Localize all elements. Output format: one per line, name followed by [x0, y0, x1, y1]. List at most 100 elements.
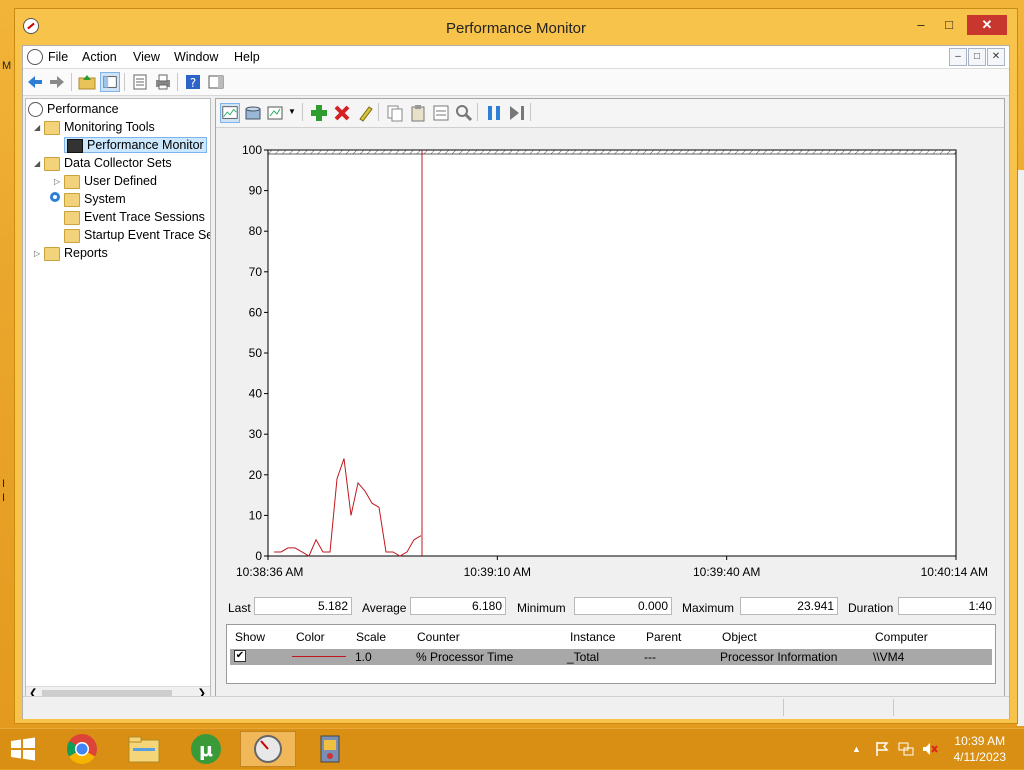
- window-title: Performance Monitor: [445, 20, 587, 37]
- forward-arrow-icon[interactable]: [47, 72, 67, 92]
- tree-item-event-trace-sessions[interactable]: Event Trace Sessions: [64, 209, 205, 226]
- collapse-arrow-icon[interactable]: ◢: [34, 119, 44, 136]
- paste-counter-list-icon[interactable]: [408, 103, 428, 123]
- y-tick-label: 60: [249, 305, 263, 319]
- tree-item-performance[interactable]: Performance: [28, 101, 119, 118]
- show-hide-action-pane-icon[interactable]: [206, 72, 226, 92]
- reports-folder-icon: [44, 246, 60, 261]
- view-current-activity-icon[interactable]: [220, 103, 240, 123]
- object-cell: Processor Information: [720, 650, 838, 664]
- column-header-instance[interactable]: Instance: [570, 630, 615, 644]
- tree-label: Monitoring Tools: [64, 120, 155, 134]
- counter-row[interactable]: ✔ 1.0 % Processor Time _Total --- Proces…: [230, 649, 992, 665]
- menu-view[interactable]: View: [133, 50, 160, 64]
- performance-monitor-taskbar-button[interactable]: [240, 731, 296, 767]
- file-explorer-icon: [128, 736, 160, 763]
- expand-arrow-icon[interactable]: ▷: [34, 245, 44, 262]
- dropdown-arrow-icon[interactable]: ▼: [288, 107, 296, 116]
- chrome-taskbar-button[interactable]: [54, 731, 110, 767]
- freeze-display-icon[interactable]: [484, 103, 504, 123]
- system-menu-icon[interactable]: [27, 49, 43, 65]
- print-icon[interactable]: [153, 72, 173, 92]
- column-header-color[interactable]: Color: [296, 630, 325, 644]
- action-center-flag-icon[interactable]: [874, 741, 890, 757]
- expand-arrow-icon[interactable]: ▷: [54, 173, 64, 190]
- menu-file[interactable]: File: [48, 50, 68, 64]
- performance-monitor-pane: ▼ 0 10 20 30 40 50 60 70 80 90 100 10:38:36 AM 10:39…: [215, 98, 1005, 698]
- show-hide-console-tree-icon[interactable]: [100, 72, 120, 92]
- column-header-parent[interactable]: Parent: [646, 630, 681, 644]
- tree-item-system[interactable]: System: [50, 191, 126, 208]
- tree-item-startup-event-trace[interactable]: Startup Event Trace Ses: [64, 227, 210, 244]
- instance-cell: _Total: [567, 650, 600, 664]
- performance-icon: [28, 102, 43, 118]
- back-arrow-icon[interactable]: [25, 72, 45, 92]
- status-bar: [23, 696, 1009, 719]
- column-header-object[interactable]: Object: [722, 630, 757, 644]
- utorrent-taskbar-button[interactable]: μ: [178, 731, 234, 767]
- column-header-show[interactable]: Show: [235, 630, 265, 644]
- user-folder-icon: [64, 174, 80, 189]
- color-swatch: [292, 656, 346, 657]
- menu-window[interactable]: Window: [174, 50, 218, 64]
- parent-cell: ---: [644, 650, 656, 664]
- tree-item-reports[interactable]: ▷ Reports: [34, 245, 108, 262]
- y-tick-label: 50: [249, 346, 263, 360]
- tree-item-user-defined[interactable]: ▷ User Defined: [54, 173, 157, 190]
- copy-properties-icon[interactable]: [385, 103, 405, 123]
- delete-counter-icon[interactable]: [332, 103, 352, 123]
- x-tick-label: 10:38:36 AM: [236, 565, 303, 579]
- collapse-arrow-icon[interactable]: ◢: [34, 155, 44, 172]
- menu-bar: File Action View Window Help – □ ✕: [23, 46, 1009, 69]
- tree-item-data-collector-sets[interactable]: ◢ Data Collector Sets: [34, 155, 172, 172]
- y-tick-label: 10: [249, 508, 263, 522]
- column-header-counter[interactable]: Counter: [417, 630, 460, 644]
- menu-action[interactable]: Action: [82, 50, 117, 64]
- show-hidden-icons-icon[interactable]: ▲: [852, 744, 861, 754]
- mdi-close-button[interactable]: ✕: [987, 48, 1005, 66]
- properties-icon[interactable]: [130, 72, 150, 92]
- column-header-scale[interactable]: Scale: [356, 630, 386, 644]
- up-folder-icon[interactable]: [77, 72, 97, 92]
- tree-item-monitoring-tools[interactable]: ◢ Monitoring Tools: [34, 119, 155, 136]
- network-icon[interactable]: [898, 741, 914, 757]
- minimum-label: Minimum: [517, 601, 566, 615]
- zoom-icon[interactable]: [454, 103, 474, 123]
- help-icon[interactable]: ?: [183, 72, 203, 92]
- plot-background: [267, 149, 957, 557]
- show-checkbox[interactable]: ✔: [234, 650, 246, 662]
- window-client-area: File Action View Window Help – □ ✕ ? Per…: [22, 45, 1010, 719]
- update-data-icon[interactable]: [507, 103, 527, 123]
- volume-muted-icon[interactable]: [922, 741, 938, 757]
- tree-label: Performance: [47, 102, 119, 116]
- view-log-data-icon[interactable]: [243, 103, 263, 123]
- tree-item-performance-monitor[interactable]: Performance Monitor: [64, 137, 207, 154]
- counter-cell: % Processor Time: [416, 650, 514, 664]
- average-label: Average: [362, 601, 407, 615]
- maximize-button[interactable]: □: [936, 15, 962, 35]
- menu-help[interactable]: Help: [234, 50, 260, 64]
- highlight-icon[interactable]: [355, 103, 375, 123]
- maximum-value: 23.941: [740, 597, 838, 615]
- title-bar[interactable]: Performance Monitor – □ ✕: [15, 9, 1017, 45]
- mdi-minimize-button[interactable]: –: [949, 48, 967, 66]
- y-tick-label: 90: [249, 184, 263, 198]
- add-counter-icon[interactable]: [309, 103, 329, 123]
- clock-date: 4/11/2023: [953, 750, 1007, 764]
- windows-start-icon[interactable]: [10, 737, 36, 761]
- minimize-button[interactable]: –: [908, 15, 934, 35]
- system-clock[interactable]: 10:39 AM 4/11/2023: [954, 733, 1007, 765]
- desktop-edge-letter: M: [2, 60, 12, 72]
- tree-label: Data Collector Sets: [64, 156, 172, 170]
- column-header-computer[interactable]: Computer: [875, 630, 928, 644]
- properties-icon[interactable]: [431, 103, 451, 123]
- x-tick-label: 10:39:40 AM: [693, 565, 760, 579]
- change-graph-type-icon[interactable]: [266, 103, 286, 123]
- close-button[interactable]: ✕: [967, 15, 1007, 35]
- mdi-restore-button[interactable]: □: [968, 48, 986, 66]
- file-explorer-taskbar-button[interactable]: [116, 731, 172, 767]
- chrome-icon: [67, 734, 97, 765]
- app-taskbar-button[interactable]: [302, 731, 358, 767]
- performance-line-chart[interactable]: 0 10 20 30 40 50 60 70 80 90 100 10:38:36 AM 10:39:1…: [216, 128, 1004, 598]
- statistics-bar: Last 5.182 Average 6.180 Minimum 0.000 M…: [216, 596, 1004, 620]
